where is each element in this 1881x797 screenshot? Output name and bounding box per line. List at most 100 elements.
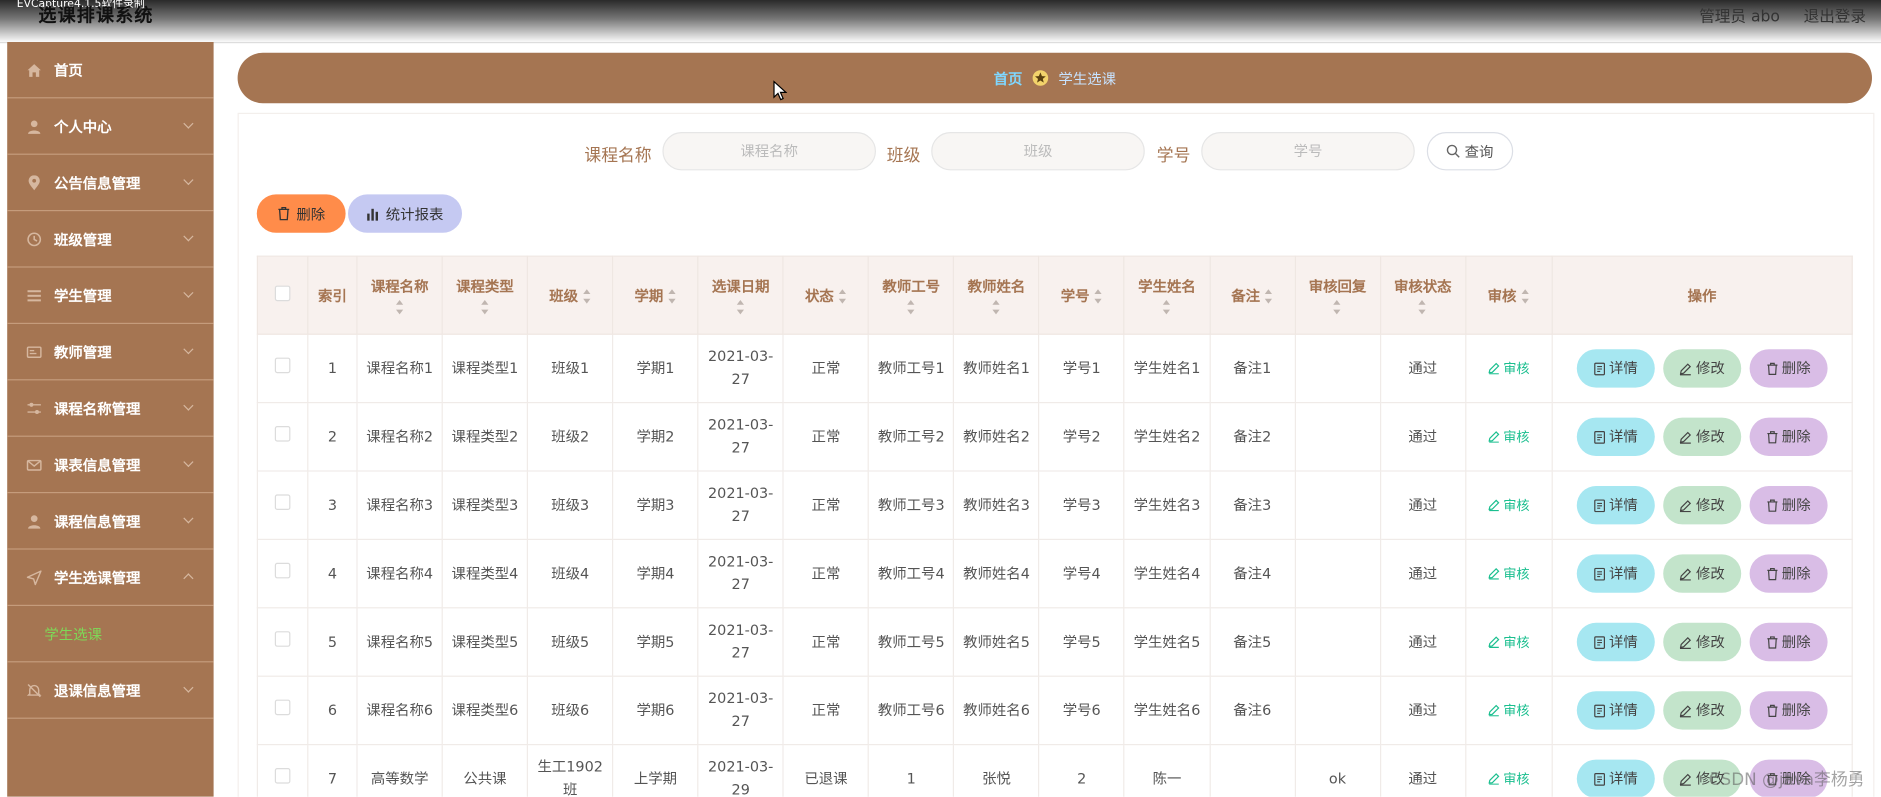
sidebar-item-notices[interactable]: 公告信息管理 xyxy=(7,155,214,212)
sidebar-item-home[interactable]: 首页 xyxy=(7,42,214,99)
audit-link[interactable]: 审核 xyxy=(1488,771,1530,787)
sidebar-item-students[interactable]: 学生管理 xyxy=(7,268,214,324)
column-header[interactable]: 课程类型 xyxy=(441,255,529,335)
row-checkbox[interactable] xyxy=(274,767,291,784)
row-checkbox[interactable] xyxy=(274,425,291,442)
table-cell: 教师姓名5 xyxy=(953,607,1040,677)
sidebar-item-course-selection[interactable]: 学生选课管理 xyxy=(7,550,214,606)
sort-icon[interactable] xyxy=(1264,289,1273,304)
sort-icon[interactable] xyxy=(668,289,676,304)
batch-delete-button[interactable]: 删除 xyxy=(256,194,346,233)
column-header[interactable]: 审核状态 xyxy=(1379,255,1466,335)
sort-icon[interactable] xyxy=(1333,300,1341,315)
edit-button[interactable]: 修改 xyxy=(1663,554,1742,593)
sidebar-item-classes[interactable]: 班级管理 xyxy=(7,211,214,268)
select-all-checkbox[interactable] xyxy=(274,285,291,302)
sidebar-item-course-names[interactable]: 课程名称管理 xyxy=(7,380,214,437)
column-header[interactable]: 学生姓名 xyxy=(1123,255,1211,335)
delete-button[interactable]: 删除 xyxy=(1749,691,1828,730)
delete-button[interactable]: 删除 xyxy=(1749,486,1828,525)
edit-icon xyxy=(1680,773,1692,786)
edit-button[interactable]: 修改 xyxy=(1663,486,1742,525)
table-cell: 学期6 xyxy=(612,675,699,746)
sort-icon[interactable] xyxy=(992,300,1000,315)
column-header[interactable]: 选课日期 xyxy=(697,255,784,335)
column-header[interactable]: 学号 xyxy=(1038,255,1125,335)
column-header[interactable]: 教师工号 xyxy=(867,255,955,335)
actions-cell: 详情 修改 删除 xyxy=(1551,333,1853,404)
cell-value: 学期1 xyxy=(636,359,675,377)
detail-button-label: 详情 xyxy=(1608,633,1638,650)
delete-button[interactable]: 删除 xyxy=(1749,554,1828,593)
edit-button[interactable]: 修改 xyxy=(1663,691,1742,730)
sidebar-item-profile[interactable]: 个人中心 xyxy=(7,98,214,155)
column-header[interactable]: 课程名称 xyxy=(356,255,443,335)
detail-button[interactable]: 详情 xyxy=(1576,486,1655,525)
delete-button[interactable]: 删除 xyxy=(1749,349,1828,388)
sort-icon[interactable] xyxy=(480,300,489,315)
row-checkbox[interactable] xyxy=(274,562,291,578)
cell-value: 通过 xyxy=(1408,769,1438,787)
audit-link[interactable]: 审核 xyxy=(1488,634,1530,650)
query-button[interactable]: 查询 xyxy=(1426,132,1514,171)
edit-button[interactable]: 修改 xyxy=(1663,417,1742,457)
detail-button[interactable]: 详情 xyxy=(1576,691,1655,730)
class-input[interactable] xyxy=(931,132,1145,171)
audit-link[interactable]: 审核 xyxy=(1488,497,1530,513)
detail-button[interactable]: 详情 xyxy=(1576,417,1655,457)
logout-link[interactable]: 退出登录 xyxy=(1804,4,1866,27)
edit-button[interactable]: 修改 xyxy=(1663,349,1742,388)
detail-button[interactable]: 详情 xyxy=(1576,349,1655,388)
delete-button-label: 删除 xyxy=(1781,359,1811,377)
sort-icon[interactable] xyxy=(1521,289,1529,304)
audit-link[interactable]: 审核 xyxy=(1488,703,1530,718)
table-cell: 通过 xyxy=(1379,538,1466,609)
row-checkbox[interactable] xyxy=(274,630,291,647)
column-header[interactable]: 教师姓名 xyxy=(953,255,1040,335)
row-checkbox[interactable] xyxy=(274,357,291,373)
sort-icon[interactable] xyxy=(1094,289,1102,304)
edit-button[interactable]: 修改 xyxy=(1663,622,1742,662)
column-header[interactable]: 备注 xyxy=(1209,255,1296,335)
sort-icon[interactable] xyxy=(395,300,403,315)
column-header[interactable]: 状态 xyxy=(782,255,870,335)
sidebar-item-teachers[interactable]: 教师管理 xyxy=(7,324,214,381)
course-name-input[interactable] xyxy=(662,132,877,171)
column-header[interactable]: 审核 xyxy=(1464,255,1553,335)
audit-link[interactable]: 审核 xyxy=(1488,566,1530,581)
sidebar-item-course-info[interactable]: 课程信息管理 xyxy=(7,493,214,550)
detail-button[interactable]: 详情 xyxy=(1576,759,1655,797)
audit-link[interactable]: 审核 xyxy=(1488,429,1530,445)
sort-icon[interactable] xyxy=(582,289,591,304)
detail-button[interactable]: 详情 xyxy=(1576,622,1655,662)
actions-cell: 详情 修改 删除 xyxy=(1551,607,1853,677)
cell-value: 教师工号5 xyxy=(877,633,945,650)
statistics-report-button[interactable]: 统计报表 xyxy=(348,194,463,233)
delete-button-label: 删除 xyxy=(1781,564,1811,582)
sort-icon[interactable] xyxy=(1162,300,1171,315)
home-icon xyxy=(27,63,41,77)
breadcrumb-home-link[interactable]: 首页 xyxy=(994,68,1023,88)
sort-icon[interactable] xyxy=(838,289,847,304)
sidebar-subitem-student-selection[interactable]: 学生选课 xyxy=(7,606,214,663)
document-icon xyxy=(1593,498,1605,512)
delete-button[interactable]: 删除 xyxy=(1749,417,1828,457)
sidebar-item-withdrawal[interactable]: 退课信息管理 xyxy=(7,662,214,719)
row-checkbox[interactable] xyxy=(274,699,291,715)
sort-icon[interactable] xyxy=(907,300,915,315)
delete-button[interactable]: 删除 xyxy=(1749,622,1828,662)
student-id-input[interactable] xyxy=(1201,132,1415,171)
detail-button[interactable]: 详情 xyxy=(1576,554,1655,593)
column-header[interactable]: 审核回复 xyxy=(1294,255,1381,335)
sort-icon[interactable] xyxy=(736,300,745,315)
column-header[interactable]: 学期 xyxy=(612,255,699,335)
user-icon xyxy=(28,119,41,134)
table-cell: 班级2 xyxy=(526,402,614,472)
row-actions: 详情 修改 删除 xyxy=(1555,417,1849,457)
row-checkbox[interactable] xyxy=(274,493,291,510)
table-cell: 学号2 xyxy=(1038,402,1125,472)
column-header[interactable]: 班级 xyxy=(526,255,614,335)
audit-link[interactable]: 审核 xyxy=(1488,361,1530,376)
sort-icon[interactable] xyxy=(1418,300,1427,315)
sidebar-item-timetable[interactable]: 课表信息管理 xyxy=(7,437,214,494)
